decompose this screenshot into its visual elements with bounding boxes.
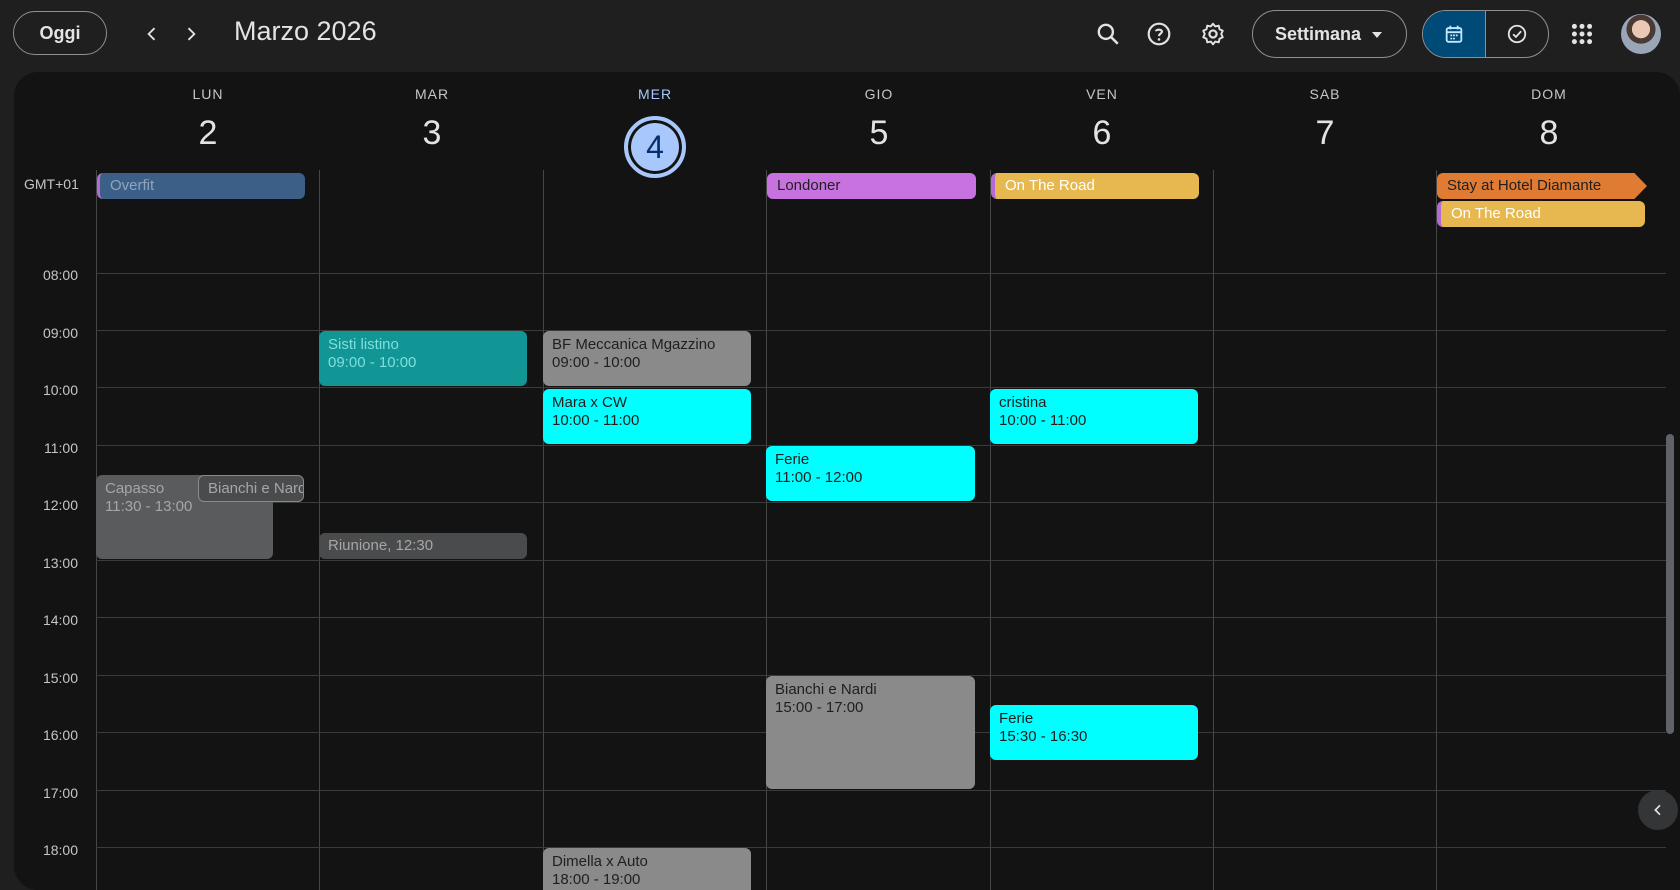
day-name: DOM	[1531, 86, 1567, 102]
search-icon[interactable]	[1090, 16, 1126, 52]
scrollbar[interactable]	[1666, 434, 1674, 734]
day-name: MAR	[414, 86, 450, 102]
event-title: Dimella x Auto	[552, 853, 648, 870]
day-header-wed-today[interactable]: MER 4	[543, 86, 767, 178]
event-title: Bianchi e Nardi	[208, 480, 304, 497]
caret-down-icon	[1372, 32, 1382, 38]
avatar[interactable]	[1621, 14, 1661, 54]
allday-event[interactable]: On The Road	[991, 173, 1199, 199]
day-header-sun[interactable]: DOM 8	[1437, 86, 1661, 153]
hour-label: 14:00	[42, 612, 78, 628]
day-header-thu[interactable]: GIO 5	[767, 86, 991, 153]
event-title: Ferie	[775, 451, 810, 468]
allday-event[interactable]: On The Road	[1437, 201, 1645, 227]
event-time: 09:00 - 10:00	[328, 354, 417, 371]
calendar-event[interactable]: Ferie 15:30 - 16:30	[990, 705, 1198, 760]
day-name: GIO	[864, 86, 894, 102]
day-name: VEN	[1086, 86, 1118, 102]
apps-grid-icon[interactable]	[1564, 16, 1600, 52]
event-title: Mara x CW	[552, 394, 627, 411]
column-divider	[1213, 170, 1214, 890]
month-title: Marzo 2026	[234, 16, 377, 46]
calendar-event[interactable]: Sisti listino 09:00 - 10:00	[319, 331, 527, 386]
tasks-check-icon[interactable]	[1486, 11, 1548, 57]
day-date: 8	[1539, 114, 1559, 152]
chevron-right-icon[interactable]	[175, 18, 207, 50]
event-title: Bianchi e Nardi	[775, 681, 877, 698]
event-time: 10:00 - 11:00	[552, 412, 640, 429]
calendar-event[interactable]: cristina 10:00 - 11:00	[990, 389, 1198, 444]
day-date: 2	[198, 114, 218, 152]
day-date: 7	[1315, 114, 1335, 152]
column-divider	[990, 170, 991, 890]
allday-event[interactable]: Stay at Hotel Diamante	[1437, 173, 1647, 199]
column-divider	[543, 170, 544, 890]
hour-label: 16:00	[42, 727, 78, 743]
day-name: LUN	[192, 86, 224, 102]
calendar-event[interactable]: Bianchi e Nardi	[198, 475, 304, 502]
timezone-label: GMT+01	[24, 176, 79, 192]
hour-label: 12:00	[42, 497, 78, 513]
help-icon[interactable]	[1141, 16, 1177, 52]
calendar-event[interactable]: Bianchi e Nardi 15:00 - 17:00	[766, 676, 975, 789]
hour-line	[96, 273, 1666, 274]
day-header-tue[interactable]: MAR 3	[320, 86, 544, 153]
hour-label: 15:00	[42, 670, 78, 686]
event-time: 18:00 - 19:00	[552, 871, 641, 888]
day-date: 3	[422, 114, 442, 152]
day-date: 5	[869, 114, 889, 152]
hour-line	[96, 617, 1666, 618]
hour-label: 13:00	[42, 555, 78, 571]
calendar-event[interactable]: Riunione, 12:30	[319, 533, 527, 559]
hour-label: 08:00	[42, 267, 78, 283]
calendar-event[interactable]: Ferie 11:00 - 12:00	[766, 446, 975, 501]
column-divider	[319, 170, 320, 890]
event-time: 15:30 - 16:30	[999, 728, 1088, 745]
view-toggle	[1422, 10, 1549, 58]
hour-label: 17:00	[42, 785, 78, 801]
event-time: 11:00 - 12:00	[775, 469, 863, 486]
event-time: 10:00 - 11:00	[999, 412, 1087, 429]
day-name: MER	[637, 86, 673, 102]
day-header-mon[interactable]: LUN 2	[96, 86, 320, 153]
hour-line	[96, 387, 1666, 388]
calendar-icon[interactable]	[1423, 11, 1486, 57]
hour-label: 09:00	[42, 325, 78, 341]
day-date: 6	[1092, 114, 1112, 152]
hour-label: 18:00	[42, 842, 78, 858]
top-bar: Oggi Marzo 2026 Settimana	[0, 0, 1680, 68]
day-header-fri[interactable]: VEN 6	[990, 86, 1214, 153]
event-title: BF Meccanica Mgazzino	[552, 336, 716, 353]
settings-icon[interactable]	[1195, 16, 1231, 52]
hour-line	[96, 560, 1666, 561]
hour-line	[96, 502, 1666, 503]
chevron-left-icon	[1654, 804, 1661, 816]
view-select-label: Settimana	[1275, 23, 1362, 44]
hour-line	[96, 790, 1666, 791]
event-title: Sisti listino	[328, 336, 399, 353]
today-date-circle: 4	[624, 116, 686, 178]
calendar-event[interactable]: BF Meccanica Mgazzino 09:00 - 10:00	[543, 331, 751, 386]
week-grid: LUN 2 MAR 3 MER 4 GIO 5 VEN 6 SAB 7 DOM …	[14, 72, 1680, 890]
event-title: Ferie	[999, 710, 1034, 727]
today-button[interactable]: Oggi	[13, 11, 107, 55]
day-header-sat[interactable]: SAB 7	[1213, 86, 1437, 153]
collapse-side-panel-button[interactable]	[1638, 790, 1678, 830]
allday-event[interactable]: Londoner	[767, 173, 976, 199]
event-time: 09:00 - 10:00	[552, 354, 641, 371]
allday-event[interactable]: Overfit	[97, 173, 305, 199]
chevron-left-icon[interactable]	[136, 18, 168, 50]
day-name: SAB	[1309, 86, 1341, 102]
column-divider	[1436, 170, 1437, 890]
hour-line	[96, 847, 1666, 848]
hour-label: 11:00	[44, 440, 78, 456]
calendar-event[interactable]: Dimella x Auto 18:00 - 19:00	[543, 848, 751, 890]
event-time: 15:00 - 17:00	[775, 699, 864, 716]
hour-label: 10:00	[42, 382, 78, 398]
event-title: Riunione, 12:30	[328, 537, 434, 554]
view-select[interactable]: Settimana	[1252, 10, 1407, 58]
event-title: cristina	[999, 394, 1047, 411]
calendar-event[interactable]: Mara x CW 10:00 - 11:00	[543, 389, 751, 444]
